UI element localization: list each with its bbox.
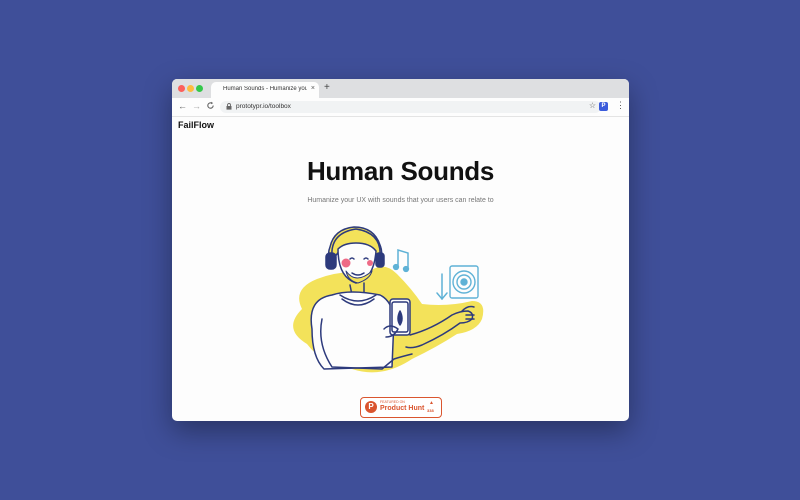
lock-icon (226, 103, 232, 112)
page-subtitle: Humanize your UX with sounds that your u… (307, 197, 494, 204)
kebab-menu-icon[interactable]: ⋮ (616, 100, 625, 111)
forward-button[interactable]: → (192, 101, 201, 111)
reload-icon (207, 101, 214, 109)
product-hunt-logo: P (365, 401, 377, 413)
tab-bar: Human Sounds - Humanize your × + (172, 79, 629, 98)
address-bar[interactable]: prototypr.io/toolbox ☆ (220, 101, 601, 113)
speaker-icon (449, 265, 479, 299)
tab-human-sounds[interactable]: Human Sounds - Humanize your × (211, 82, 319, 98)
tab-title: Human Sounds - Humanize your (223, 86, 307, 92)
upvote-count: 338 (427, 408, 434, 413)
page-title: Human Sounds (306, 156, 495, 186)
down-arrow-icon (436, 273, 448, 301)
reload-button[interactable] (206, 101, 215, 112)
prototypr-extension-icon[interactable]: P (599, 102, 608, 111)
upvote-arrow-icon: ▲ (429, 400, 434, 406)
close-tab-icon[interactable]: × (311, 85, 315, 92)
product-hunt-featured-label: Featured on (380, 400, 405, 404)
maximize-window-button[interactable] (196, 85, 203, 92)
browser-toolbar: ← → prototypr.io/toolbox ☆ P ⋮ (172, 98, 629, 117)
back-button[interactable]: ← (178, 101, 187, 111)
url-text: prototypr.io/toolbox (236, 103, 291, 110)
close-window-button[interactable] (178, 85, 185, 92)
product-hunt-label: Product Hunt (380, 405, 425, 412)
hero-illustration (293, 226, 484, 373)
bookmark-star-icon[interactable]: ☆ (589, 101, 596, 110)
brand-logo[interactable]: FailFlow (178, 120, 214, 130)
music-note-icon (392, 248, 410, 273)
minimize-window-button[interactable] (187, 85, 194, 92)
new-tab-button[interactable]: + (324, 82, 330, 93)
product-hunt-badge[interactable]: P Featured on Product Hunt ▲ 338 (360, 397, 442, 418)
browser-window: Human Sounds - Humanize your × + ← → pro… (172, 79, 629, 421)
